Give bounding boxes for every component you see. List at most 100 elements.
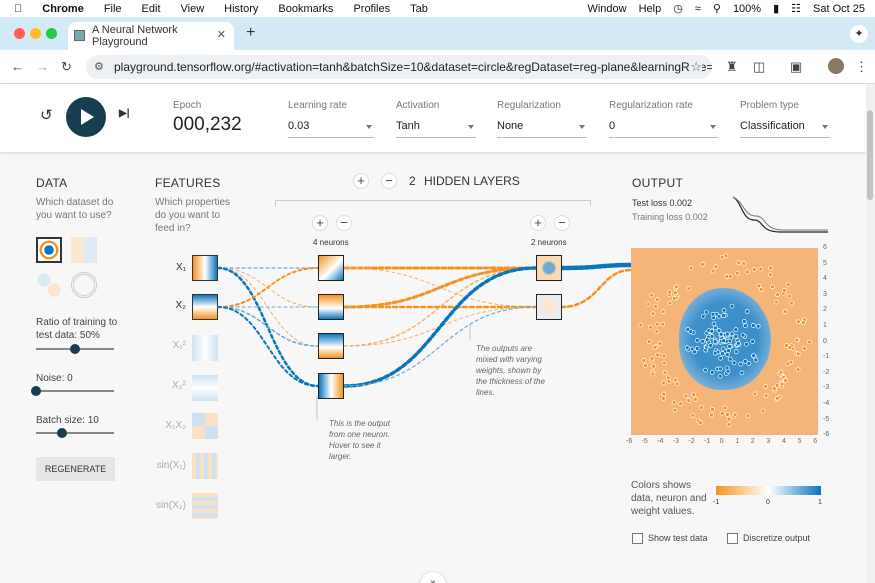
data-point <box>673 377 678 383</box>
x-tick-label: 2 <box>750 438 755 445</box>
data-point <box>709 333 715 339</box>
data-point <box>726 416 732 422</box>
data-point <box>661 380 666 386</box>
data-point <box>755 323 761 329</box>
data-point <box>661 396 666 401</box>
data-point <box>794 337 800 343</box>
data-point <box>709 412 714 418</box>
x-axis-ticks: -6 -5 -4 -3 -2 -1 0 1 2 3 4 5 6 <box>626 438 826 448</box>
color-scale-bar <box>716 486 821 495</box>
discretize-output-label[interactable]: Discretize output <box>743 533 810 543</box>
output-title: OUTPUT <box>632 176 684 190</box>
neuron-l2-2[interactable] <box>536 294 562 320</box>
data-point <box>770 284 775 290</box>
neuron-l1-4[interactable] <box>318 373 344 399</box>
data-point <box>672 407 678 413</box>
neuron-l2-1[interactable] <box>536 255 562 281</box>
data-point <box>667 300 673 306</box>
x-tick-label: 0 <box>719 438 724 445</box>
data-point <box>740 332 746 338</box>
data-point <box>694 338 700 343</box>
data-point <box>763 384 768 389</box>
data-point <box>691 392 696 398</box>
data-point <box>727 344 732 349</box>
data-point <box>746 361 752 366</box>
y-tick-label: -2 <box>823 368 830 376</box>
y-axis-ticks: 6 5 4 3 2 1 0 -1 -2 -3 -4 -5 -6 <box>821 244 835 439</box>
data-point <box>718 355 723 361</box>
link-x2-n4[interactable] <box>217 306 319 387</box>
data-point <box>717 366 723 372</box>
x-tick-label: 1 <box>735 438 740 445</box>
data-point <box>686 286 692 292</box>
data-point <box>736 260 742 266</box>
data-point <box>774 383 780 388</box>
data-point <box>652 345 658 350</box>
data-point <box>700 313 706 319</box>
data-point <box>642 363 648 368</box>
data-point <box>752 391 758 397</box>
data-point <box>710 268 716 274</box>
data-point <box>661 391 667 397</box>
data-point <box>685 327 691 332</box>
data-point <box>741 319 747 324</box>
data-point <box>720 351 725 356</box>
data-point <box>795 367 801 372</box>
data-point <box>736 340 741 346</box>
link-o1-output[interactable] <box>558 262 634 271</box>
data-point <box>750 339 756 344</box>
data-point <box>723 253 729 259</box>
data-point <box>704 337 710 343</box>
data-point <box>651 363 656 369</box>
data-point <box>782 288 787 293</box>
data-point <box>744 269 750 275</box>
data-point <box>684 345 690 351</box>
data-point <box>661 353 667 359</box>
data-point <box>725 412 730 417</box>
data-point <box>710 407 715 412</box>
x-tick-label: -6 <box>626 438 633 445</box>
data-point <box>649 356 655 361</box>
data-point <box>666 378 672 384</box>
discretize-output-checkbox[interactable] <box>727 533 738 544</box>
link-o2-output[interactable] <box>559 268 633 309</box>
data-point <box>753 357 759 363</box>
data-point <box>782 309 788 314</box>
data-point <box>641 358 647 363</box>
data-point <box>661 360 667 366</box>
y-tick-label: -1 <box>823 353 830 361</box>
data-point <box>720 411 725 416</box>
data-point <box>732 412 738 418</box>
data-point <box>721 313 726 319</box>
neuron-l1-2[interactable] <box>318 294 344 320</box>
link-x2-n1[interactable] <box>217 267 319 308</box>
neuron-l1-3[interactable] <box>318 333 344 359</box>
show-test-data-checkbox[interactable] <box>632 533 643 544</box>
data-point <box>700 262 705 267</box>
link-x2-n3[interactable] <box>217 306 319 347</box>
data-point <box>693 397 698 402</box>
x-tick-label: -1 <box>704 438 711 445</box>
data-point <box>779 381 785 387</box>
data-point <box>807 339 812 345</box>
data-point <box>671 399 677 405</box>
output-heatmap[interactable] <box>631 248 818 435</box>
data-point <box>724 365 730 371</box>
neuron-l1-1[interactable] <box>318 255 344 281</box>
test-loss: Test loss 0.002 <box>632 198 692 208</box>
x-tick-label: 6 <box>813 438 818 445</box>
data-point <box>773 299 779 305</box>
data-point <box>649 292 654 298</box>
data-point <box>758 287 764 292</box>
data-point <box>744 341 749 347</box>
data-point <box>775 292 781 297</box>
data-point <box>660 309 666 314</box>
data-point <box>674 381 680 387</box>
data-point <box>745 413 751 419</box>
data-point <box>712 350 718 356</box>
data-point <box>738 361 744 367</box>
data-point <box>650 371 656 377</box>
data-point <box>650 311 656 317</box>
show-test-data-label[interactable]: Show test data <box>648 533 708 543</box>
data-point <box>768 265 774 271</box>
